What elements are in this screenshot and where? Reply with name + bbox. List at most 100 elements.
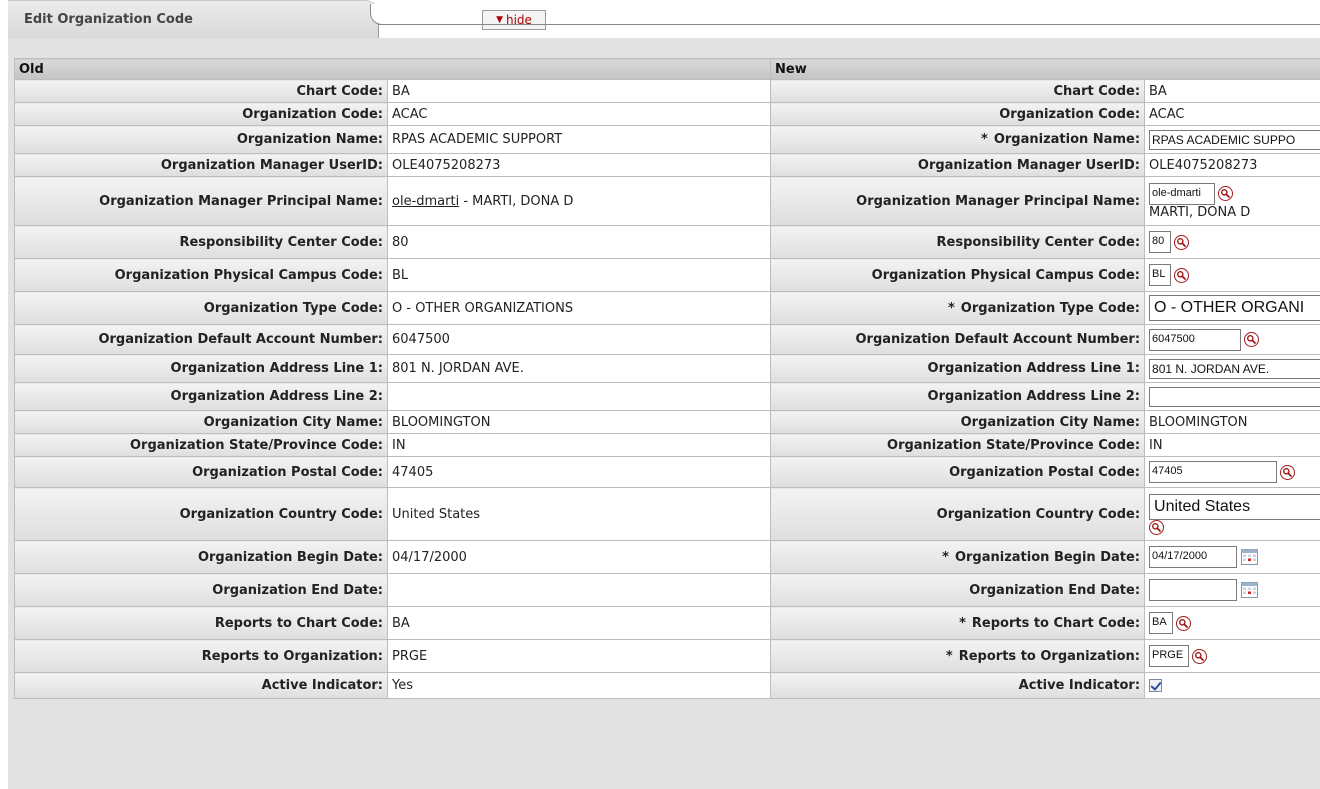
new-label-country-code: Organization Country Code: <box>770 487 1146 541</box>
old-label-reports-to-organization: Reports to Organization: <box>14 639 388 673</box>
new-value-manager-userid: OLE4075208273 <box>1144 153 1320 177</box>
old-label-address-line-2: Organization Address Line 2: <box>14 382 388 411</box>
row-country-code: Organization Country Code: United States… <box>14 487 1320 541</box>
calendar-icon[interactable] <box>1241 582 1259 598</box>
old-label-reports-to-chart-code: Reports to Chart Code: <box>14 606 388 640</box>
old-label-physical-campus-code: Organization Physical Campus Code: <box>14 258 388 292</box>
organization-name-input[interactable]: RPAS ACADEMIC SUPPO <box>1149 129 1320 150</box>
old-label-postal-code: Organization Postal Code: <box>14 456 388 488</box>
tab-edge <box>370 4 390 25</box>
new-cell-country-code: United States <box>1144 487 1320 541</box>
row-chart-code: Chart Code: BA Chart Code: BA <box>14 79 1320 103</box>
old-value-chart-code: BA <box>386 79 772 103</box>
reports-to-chart-input[interactable]: BA <box>1149 612 1174 634</box>
old-label-manager-principal-name: Organization Manager Principal Name: <box>14 176 388 226</box>
principal-name-link[interactable]: ole-dmarti <box>392 194 459 209</box>
magnifier-icon[interactable] <box>1149 519 1165 535</box>
country-select[interactable]: United States <box>1149 493 1320 520</box>
new-cell-begin-date: 04/17/2000 <box>1144 540 1320 574</box>
new-label-physical-campus-code: Organization Physical Campus Code: <box>770 258 1146 292</box>
organization-type-select[interactable]: O - OTHER ORGANI <box>1149 295 1320 321</box>
old-value-organization-type-code: O - OTHER ORGANIZATIONS <box>386 291 772 325</box>
required-marker: * <box>942 549 949 565</box>
old-value-manager-principal-name: ole-dmarti - MARTI, DONA D <box>386 176 772 226</box>
label-text: Reports to Chart Code: <box>971 615 1141 631</box>
new-label-responsibility-center-code: Responsibility Center Code: <box>770 225 1146 259</box>
new-value-state-code: IN <box>1144 433 1320 457</box>
row-physical-campus-code: Organization Physical Campus Code: BL Or… <box>14 258 1320 292</box>
new-label-organization-name: * Organization Name: <box>770 125 1146 154</box>
old-label-country-code: Organization Country Code: <box>14 487 388 541</box>
postal-code-input[interactable]: 47405 <box>1149 461 1278 483</box>
row-organization-code: Organization Code: ACAC Organization Cod… <box>14 102 1320 126</box>
reports-to-organization-input[interactable]: PRGE <box>1149 645 1190 667</box>
address-line-2-input[interactable] <box>1149 386 1320 407</box>
old-label-default-account-number: Organization Default Account Number: <box>14 324 388 355</box>
calendar-icon[interactable] <box>1241 549 1259 565</box>
old-label-chart-code: Chart Code: <box>14 79 388 103</box>
new-label-reports-to-organization: * Reports to Organization: <box>770 639 1146 673</box>
row-reports-to-organization: Reports to Organization: PRGE * Reports t… <box>14 639 1320 673</box>
begin-date-input[interactable]: 04/17/2000 <box>1149 546 1238 568</box>
tab-bar: Edit Organization Code ▼ hide <box>0 0 1320 40</box>
old-value-organization-name: RPAS ACADEMIC SUPPORT <box>386 125 772 154</box>
old-value-city-name: BLOOMINGTON <box>386 410 772 434</box>
required-marker: * <box>947 300 955 316</box>
new-label-begin-date: * Organization Begin Date: <box>770 540 1146 574</box>
end-date-input[interactable] <box>1149 579 1238 601</box>
responsibility-center-input[interactable]: 80 <box>1149 231 1172 253</box>
magnifier-icon[interactable] <box>1192 648 1208 664</box>
row-organization-type-code: Organization Type Code: O - OTHER ORGANI… <box>14 291 1320 325</box>
label-text: Organization Type Code: <box>960 300 1141 316</box>
old-value-address-line-2 <box>386 382 772 411</box>
old-value-manager-userid: OLE4075208273 <box>386 153 772 177</box>
physical-campus-input[interactable]: BL <box>1149 264 1172 286</box>
label-text: Reports to Organization: <box>958 648 1141 664</box>
label-text: Organization Begin Date: <box>954 549 1141 565</box>
new-label-organization-code: Organization Code: <box>770 102 1146 126</box>
old-value-organization-code: ACAC <box>386 102 772 126</box>
new-cell-active-indicator <box>1144 672 1320 699</box>
hide-button[interactable]: ▼ hide <box>482 10 546 30</box>
column-header-old: Old <box>13 58 772 80</box>
label-text: Organization Name: <box>993 132 1141 147</box>
old-value-end-date <box>386 573 772 607</box>
row-address-line-2: Organization Address Line 2: Organizatio… <box>14 382 1320 411</box>
row-city-name: Organization City Name: BLOOMINGTON Orga… <box>14 410 1320 434</box>
magnifier-icon[interactable] <box>1174 234 1190 250</box>
old-label-active-indicator: Active Indicator: <box>14 672 388 699</box>
row-reports-to-chart-code: Reports to Chart Code: BA * Reports to Ch… <box>14 606 1320 640</box>
row-organization-name: Organization Name: RPAS ACADEMIC SUPPORT… <box>14 125 1320 154</box>
active-indicator-checkbox[interactable] <box>1149 679 1163 692</box>
magnifier-icon[interactable] <box>1244 332 1260 347</box>
default-account-input[interactable]: 6047500 <box>1149 328 1242 351</box>
row-active-indicator: Active Indicator: Yes Active Indicator: <box>14 672 1320 699</box>
principal-full-name-new: MARTI, DONA D <box>1149 204 1251 220</box>
magnifier-icon[interactable] <box>1218 186 1234 201</box>
new-value-chart-code: BA <box>1144 79 1320 103</box>
old-value-postal-code: 47405 <box>386 456 772 488</box>
magnifier-icon[interactable] <box>1176 615 1192 631</box>
row-begin-date: Organization Begin Date: 04/17/2000 * Org… <box>14 540 1320 574</box>
old-value-physical-campus-code: BL <box>386 258 772 292</box>
old-label-state-code: Organization State/Province Code: <box>14 433 388 457</box>
row-postal-code: Organization Postal Code: 47405 Organiza… <box>14 456 1320 488</box>
magnifier-icon[interactable] <box>1280 464 1296 480</box>
tab-divider-line <box>378 24 1320 25</box>
row-responsibility-center-code: Responsibility Center Code: 80 Responsib… <box>14 225 1320 259</box>
old-value-default-account-number: 6047500 <box>386 324 772 355</box>
principal-name-input[interactable]: ole-dmarti <box>1149 182 1216 205</box>
new-label-postal-code: Organization Postal Code: <box>770 456 1146 488</box>
new-cell-end-date <box>1144 573 1320 607</box>
required-marker: * <box>981 132 988 147</box>
address-line-1-input[interactable]: 801 N. JORDAN AVE. <box>1149 358 1320 379</box>
new-label-manager-principal-name: Organization Manager Principal Name: <box>770 176 1146 226</box>
principal-full-name: - MARTI, DONA D <box>459 193 574 209</box>
new-label-default-account-number: Organization Default Account Number: <box>770 324 1146 355</box>
new-value-organization-code: ACAC <box>1144 102 1320 126</box>
new-label-address-line-1: Organization Address Line 1: <box>770 354 1146 383</box>
magnifier-icon[interactable] <box>1174 267 1190 283</box>
new-cell-organization-name: RPAS ACADEMIC SUPPO <box>1144 125 1320 154</box>
old-label-end-date: Organization End Date: <box>14 573 388 607</box>
column-header-row: Old New <box>13 58 1320 80</box>
